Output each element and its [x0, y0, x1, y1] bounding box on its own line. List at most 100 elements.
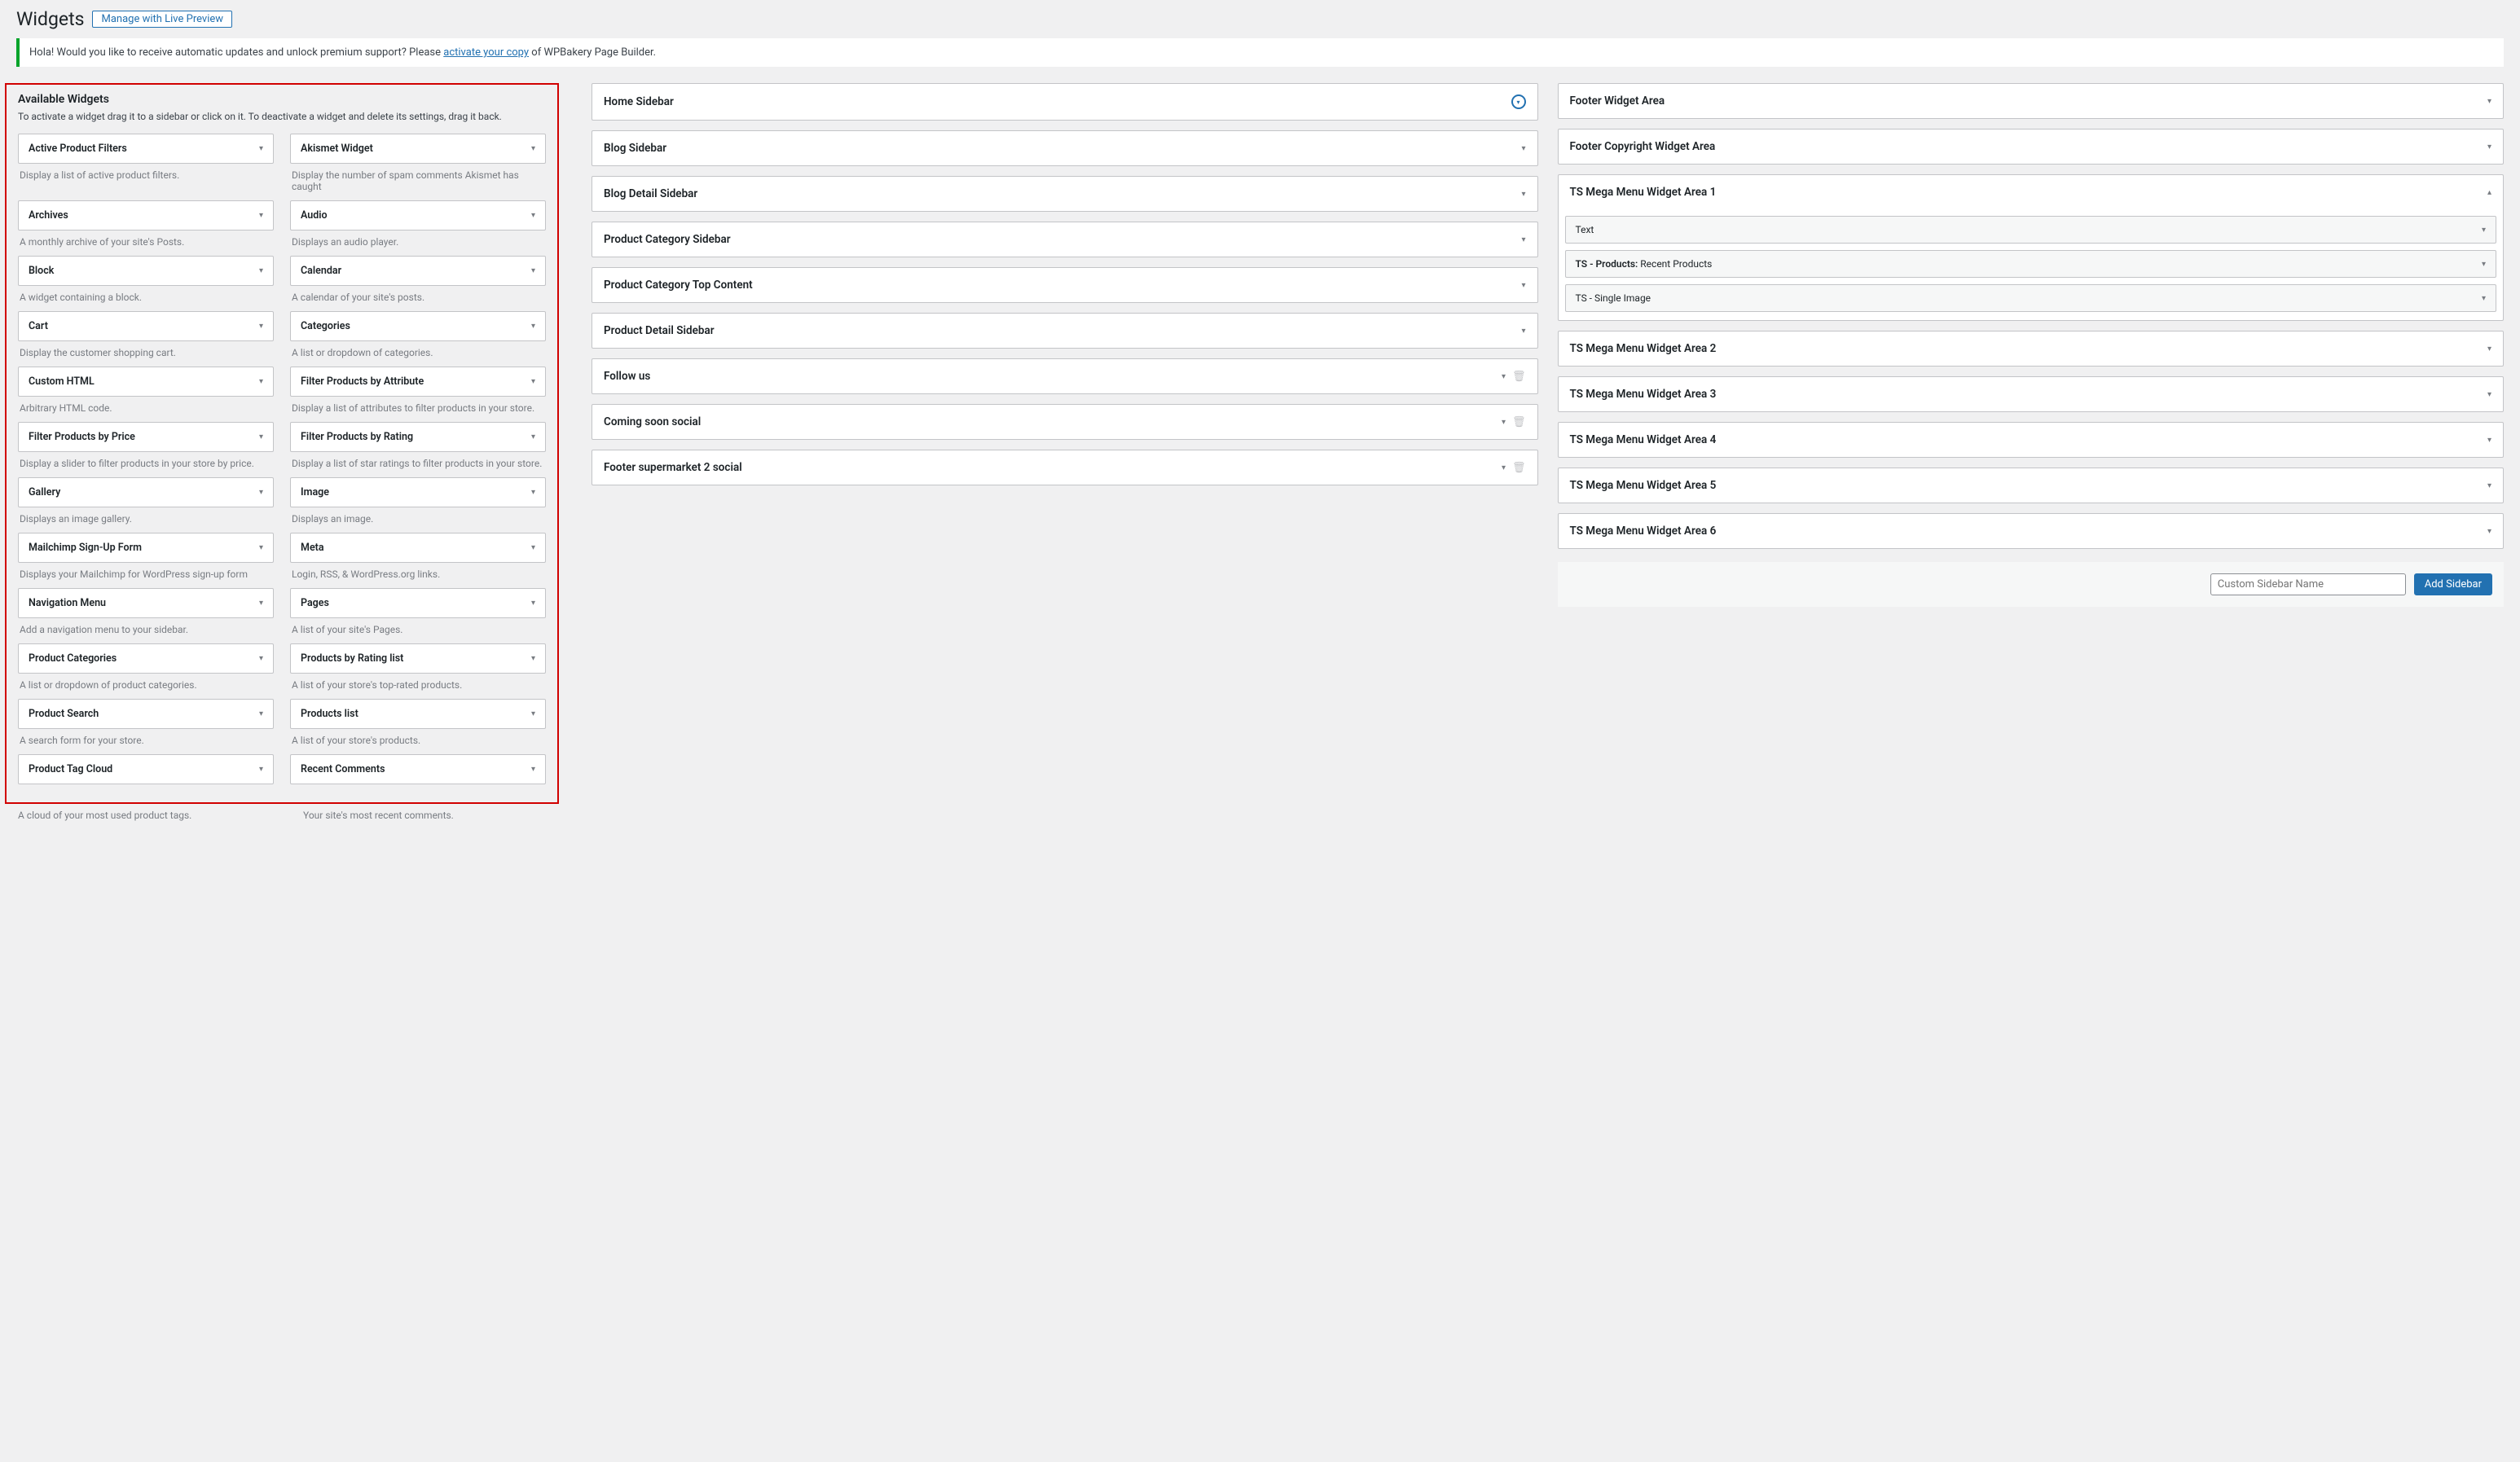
sidebar-area: Footer Widget Area▾: [1558, 83, 2505, 119]
widget-item[interactable]: Pages▾: [290, 588, 546, 618]
sidebar-area: TS Mega Menu Widget Area 3▾: [1558, 376, 2505, 412]
widget-item[interactable]: Recent Comments▾: [290, 754, 546, 784]
sidebar-header[interactable]: Footer Copyright Widget Area▾: [1559, 130, 2504, 164]
widget-desc: Display the customer shopping cart.: [18, 347, 274, 358]
widget-item[interactable]: Products list▾: [290, 699, 546, 729]
sidebar-title: Follow us: [604, 370, 650, 383]
widget-item[interactable]: Meta▾: [290, 533, 546, 563]
notice-text-before: Hola! Would you like to receive automati…: [29, 46, 443, 59]
widget-desc: Display the number of spam comments Akis…: [290, 169, 546, 192]
widget-item[interactable]: Product Tag Cloud▾: [18, 754, 274, 784]
sidebar-title: Home Sidebar: [604, 95, 674, 108]
sidebar-title: TS Mega Menu Widget Area 3: [1570, 388, 1717, 401]
widget-item[interactable]: Filter Products by Rating▾: [290, 422, 546, 452]
sidebar-widget-item[interactable]: TS - Single Image▾: [1565, 284, 2497, 312]
sidebar-header[interactable]: Product Category Top Content▾: [592, 268, 1537, 302]
sidebar-widget-item[interactable]: TS - Products: Recent Products▾: [1565, 250, 2497, 278]
sidebar-header[interactable]: Blog Sidebar ▾: [592, 131, 1537, 165]
activate-link[interactable]: activate your copy: [443, 46, 529, 59]
chevron-down-icon: ▾: [1521, 190, 1525, 199]
sidebar-widget-item[interactable]: Text▾: [1565, 216, 2497, 244]
widget-item[interactable]: Products by Rating list▾: [290, 643, 546, 674]
widget-item[interactable]: Product Categories▾: [18, 643, 274, 674]
widget-name: Block: [29, 265, 54, 277]
widget-item[interactable]: Akismet Widget▾: [290, 134, 546, 164]
sidebar-header[interactable]: Footer supermarket 2 social ▾ 🗑: [592, 450, 1537, 485]
sidebar-title: Product Category Top Content: [604, 279, 753, 292]
sidebar-header[interactable]: TS Mega Menu Widget Area 5▾: [1559, 468, 2504, 503]
widget-desc: A list of your site's Pages.: [290, 624, 546, 635]
widget-item[interactable]: Gallery▾: [18, 477, 274, 507]
manage-live-preview-button[interactable]: Manage with Live Preview: [92, 11, 232, 28]
widget-name: Akismet Widget: [301, 143, 373, 155]
widget-item[interactable]: Cart▾: [18, 311, 274, 341]
sidebar-header[interactable]: TS Mega Menu Widget Area 1 ▴: [1559, 175, 2504, 209]
widget-name: Image: [301, 486, 329, 498]
chevron-down-icon: ▾: [259, 322, 263, 331]
sidebar-header[interactable]: Follow us ▾ 🗑: [592, 359, 1537, 393]
notice-text-after: of WPBakery Page Builder.: [529, 46, 656, 59]
widget-item[interactable]: Product Search ▾: [18, 699, 274, 729]
sidebar-header[interactable]: Blog Detail Sidebar▾: [592, 177, 1537, 211]
widget-item[interactable]: Block▾: [18, 256, 274, 286]
widget-item[interactable]: Categories▾: [290, 311, 546, 341]
widget-desc: Displays an audio player.: [290, 236, 546, 248]
chevron-down-icon: ▾: [2487, 143, 2491, 151]
widget-item[interactable]: Filter Products by Price▾: [18, 422, 274, 452]
sidebar-header[interactable]: Home Sidebar▾: [592, 84, 1537, 120]
trash-icon[interactable]: 🗑: [1512, 371, 1526, 383]
sidebar-header[interactable]: Coming soon social▾🗑: [592, 405, 1537, 439]
sidebar-area: TS Mega Menu Widget Area 6▾: [1558, 513, 2505, 549]
chevron-down-icon: ▾: [259, 709, 263, 718]
sidebar-header[interactable]: TS Mega Menu Widget Area 4▾: [1559, 423, 2504, 457]
sidebar-title: TS Mega Menu Widget Area 6: [1570, 525, 1717, 538]
widget-desc: Display a list of star ratings to filter…: [290, 458, 546, 469]
chevron-down-icon: ▾: [1521, 144, 1525, 153]
widget-item[interactable]: Archives▾: [18, 200, 274, 230]
chevron-down-icon: ▾: [531, 765, 535, 774]
sidebar-title: Blog Sidebar: [604, 142, 666, 155]
widget-item[interactable]: Audio▾: [290, 200, 546, 230]
widget-desc: Display a list of attributes to filter p…: [290, 402, 546, 414]
trash-icon[interactable]: 🗑: [1512, 462, 1526, 474]
widget-desc: Displays an image gallery.: [18, 513, 274, 525]
chevron-down-icon: ▾: [259, 543, 263, 552]
widget-name: Active Product Filters: [29, 143, 127, 155]
widget-item[interactable]: Custom HTML▾: [18, 367, 274, 397]
sidebar-area: Home Sidebar▾: [592, 83, 1538, 121]
widget-item[interactable]: Navigation Menu▾: [18, 588, 274, 618]
sidebar-area: Product Category Top Content▾: [592, 267, 1538, 303]
chevron-down-icon: ▾: [531, 322, 535, 331]
chevron-down-icon: ▾: [531, 599, 535, 608]
widget-item[interactable]: Filter Products by Attribute▾: [290, 367, 546, 397]
sidebar-header[interactable]: Product Category Sidebar▾: [592, 222, 1537, 257]
sidebar-header[interactable]: Footer Widget Area▾: [1559, 84, 2504, 118]
widget-desc: A search form for your store.: [18, 735, 274, 746]
chevron-up-icon: ▴: [2487, 188, 2491, 197]
chevron-down-icon: ▾: [531, 266, 535, 275]
widget-item[interactable]: Mailchimp Sign-Up Form ▾: [18, 533, 274, 563]
chevron-down-icon: ▾: [1502, 372, 1506, 381]
sidebar-header[interactable]: TS Mega Menu Widget Area 6▾: [1559, 514, 2504, 548]
chevron-down-icon: ▾: [531, 543, 535, 552]
sidebar-area: Blog Detail Sidebar▾: [592, 176, 1538, 212]
sidebar-header[interactable]: Product Detail Sidebar▾: [592, 314, 1537, 348]
widget-name: Mailchimp Sign-Up Form: [29, 542, 142, 554]
sidebar-header[interactable]: TS Mega Menu Widget Area 3▾: [1559, 377, 2504, 411]
sidebar-title: Footer supermarket 2 social: [604, 461, 742, 474]
sidebar-header[interactable]: TS Mega Menu Widget Area 2▾: [1559, 331, 2504, 366]
widget-desc: A list or dropdown of product categories…: [18, 679, 274, 691]
widget-item[interactable]: Calendar▾: [290, 256, 546, 286]
chevron-down-icon: ▾: [1502, 463, 1506, 472]
sidebar-area: Blog Sidebar ▾: [592, 130, 1538, 166]
custom-sidebar-name-input[interactable]: [2210, 573, 2406, 595]
chevron-down-icon: ▾: [531, 432, 535, 441]
chevron-down-icon: ▾: [1521, 235, 1525, 244]
widget-name: Product Search: [29, 708, 99, 720]
chevron-down-icon: ▾: [531, 709, 535, 718]
add-sidebar-button[interactable]: Add Sidebar: [2414, 573, 2492, 595]
widget-item[interactable]: Active Product Filters▾: [18, 134, 274, 164]
trash-icon[interactable]: 🗑: [1512, 416, 1526, 428]
widget-item[interactable]: Image▾: [290, 477, 546, 507]
widget-desc: A list or dropdown of categories.: [290, 347, 546, 358]
